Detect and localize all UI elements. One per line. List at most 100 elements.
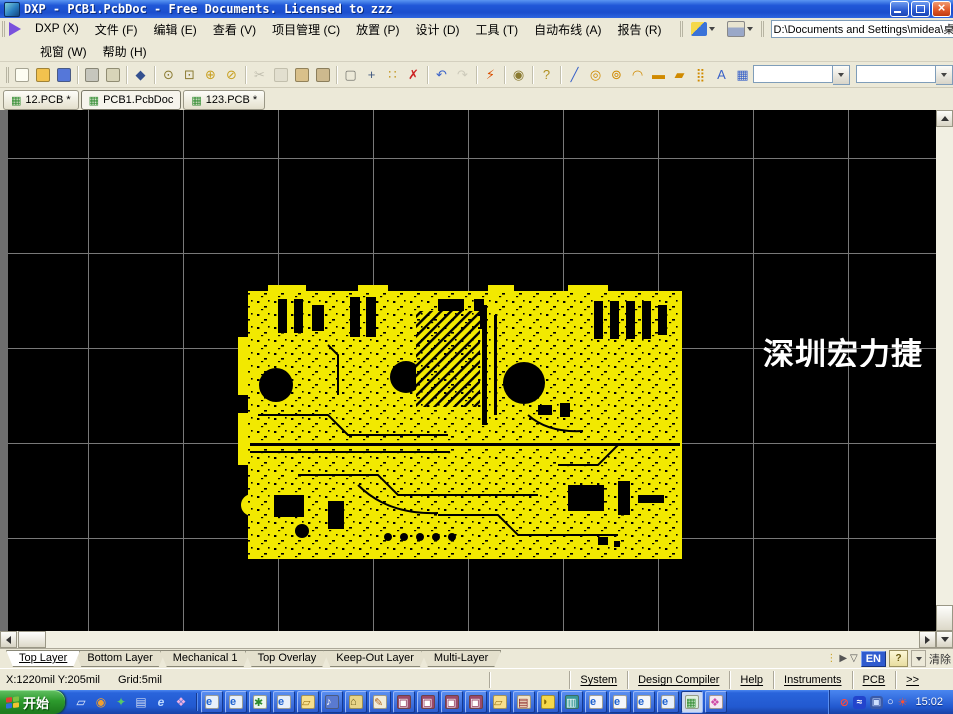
tray-mute[interactable]: ⊘ xyxy=(840,696,849,709)
layer-tab-bottom-layer[interactable]: Bottom Layer xyxy=(74,650,165,667)
paste-array[interactable] xyxy=(312,65,333,85)
menu-view[interactable]: 查看 (V) xyxy=(205,18,264,41)
component-combo-dropdown[interactable] xyxy=(833,65,850,85)
clear-filter[interactable]: ✗ xyxy=(403,65,424,85)
panel-system[interactable]: System xyxy=(569,671,627,689)
menu-file[interactable]: 文件 (F) xyxy=(87,18,146,41)
place-component[interactable]: ▦ xyxy=(732,65,753,85)
close-button[interactable] xyxy=(932,1,951,17)
tray-bulb[interactable]: ○ xyxy=(887,696,894,708)
language-indicator[interactable]: EN xyxy=(861,651,886,667)
help[interactable]: ? xyxy=(536,65,557,85)
panel-more[interactable]: >> xyxy=(895,671,929,689)
doc-tab-12-pcb[interactable]: ▦12.PCB * xyxy=(3,90,79,110)
fit-document[interactable]: ⊙ xyxy=(158,65,179,85)
scroll-right-button[interactable] xyxy=(919,631,936,648)
layer-tab-keep-out-layer[interactable]: Keep-Out Layer xyxy=(323,650,427,667)
horizontal-scrollbar[interactable] xyxy=(0,631,936,648)
place-fill[interactable]: ▬ xyxy=(648,65,669,85)
menu-autoroute[interactable]: 自动布线 (A) xyxy=(526,18,609,41)
ql-messenger[interactable]: ✦ xyxy=(112,693,130,711)
layer-tab-top-layer[interactable]: Top Layer xyxy=(6,650,80,667)
taskbar-item-ie-doc-2[interactable]: e xyxy=(609,691,631,713)
doc-tab-123-pcb[interactable]: ▦123.PCB * xyxy=(183,90,265,110)
taskbar-item-app-2[interactable]: ▣ xyxy=(417,691,439,713)
place-arc[interactable]: ◠ xyxy=(627,65,648,85)
menu-tools[interactable]: 工具 (T) xyxy=(468,18,527,41)
taskbar-item-hardhat[interactable]: ◗ xyxy=(537,691,559,713)
taskbar-item-paint[interactable]: ✎ xyxy=(369,691,391,713)
ime-clear-label[interactable]: 清除 xyxy=(929,651,951,667)
mask-level[interactable]: ▶ xyxy=(839,653,847,664)
interactive-routing[interactable]: ⚡ xyxy=(480,65,501,85)
select-area[interactable]: ▢ xyxy=(340,65,361,85)
doc-tab-pcb1-pcbdoc[interactable]: ▦PCB1.PcbDoc xyxy=(81,90,182,110)
measure-tool-dropdown[interactable] xyxy=(687,20,719,38)
print-preview[interactable] xyxy=(102,65,123,85)
layer-tab-mechanical-1[interactable]: Mechanical 1 xyxy=(160,650,251,667)
taskbar-item-pcb-active[interactable]: ▦ xyxy=(681,691,703,713)
cut[interactable]: ✂ xyxy=(249,65,270,85)
zoom-area[interactable]: ⊡ xyxy=(179,65,200,85)
ime-help-button[interactable]: ? xyxy=(889,650,908,667)
taskbar-item-folder-2[interactable]: ▱ xyxy=(489,691,511,713)
taskbar-item-notebook[interactable]: ▥ xyxy=(561,691,583,713)
net-combo[interactable] xyxy=(856,65,953,85)
menu-edit[interactable]: 编辑 (E) xyxy=(145,18,204,41)
menu-design[interactable]: 设计 (D) xyxy=(408,18,468,41)
menu-help[interactable]: 帮助 (H) xyxy=(95,40,155,63)
find-similar[interactable]: ◉ xyxy=(508,65,529,85)
minimize-button[interactable] xyxy=(890,1,909,17)
taskbar-item-books[interactable]: ▤ xyxy=(513,691,535,713)
taskbar-item-app-4[interactable]: ▣ xyxy=(465,691,487,713)
zoom-selected[interactable]: ⊕ xyxy=(200,65,221,85)
taskbar-item-ie-doc-1[interactable]: e xyxy=(585,691,607,713)
ql-internet-explorer[interactable]: e xyxy=(152,693,170,711)
panel-design-compiler[interactable]: Design Compiler xyxy=(627,671,729,689)
menu-project[interactable]: 项目管理 (C) xyxy=(264,18,348,41)
paste[interactable] xyxy=(291,65,312,85)
taskbar-item-ie-doc-3[interactable]: e xyxy=(633,691,655,713)
place-polygon[interactable]: ▰ xyxy=(669,65,690,85)
restore-button[interactable] xyxy=(911,1,930,17)
print[interactable] xyxy=(81,65,102,85)
taskbar-item-app-1[interactable]: ▣ xyxy=(393,691,415,713)
taskbar-item-confetti[interactable]: ❖ xyxy=(705,691,727,713)
snap-toggle[interactable]: ⋮ xyxy=(826,653,836,664)
taskbar-item-notes[interactable]: ♪ xyxy=(321,691,343,713)
menu-place[interactable]: 放置 (P) xyxy=(348,18,407,41)
taskbar-item-recycle[interactable]: ✱ xyxy=(249,691,271,713)
vertical-scroll-thumb[interactable] xyxy=(936,605,953,631)
menu-reports[interactable]: 报告 (R) xyxy=(610,18,670,41)
filter-toggle[interactable]: ▽ xyxy=(850,653,858,664)
taskbar-clock[interactable]: 15:02 xyxy=(915,696,943,708)
layer-tab-top-overlay[interactable]: Top Overlay xyxy=(245,650,330,667)
panel-instruments[interactable]: Instruments xyxy=(773,671,851,689)
ql-windows-media[interactable]: ❖ xyxy=(172,693,190,711)
tray-volume[interactable]: ≈ xyxy=(853,696,866,709)
horizontal-scroll-thumb[interactable] xyxy=(18,631,46,648)
menu-dxp[interactable]: DXP (X) xyxy=(27,18,87,41)
undo[interactable]: ↶ xyxy=(431,65,452,85)
browse-layers[interactable]: ◆ xyxy=(130,65,151,85)
pcb-canvas[interactable]: 深圳宏力捷 xyxy=(8,110,936,631)
taskbar-item-folder-up[interactable]: ⌂ xyxy=(345,691,367,713)
tray-alarm[interactable]: ☀ xyxy=(898,696,908,709)
place-pad[interactable]: ◎ xyxy=(585,65,606,85)
ql-show-desktop[interactable]: ▱ xyxy=(72,693,90,711)
path-combo-input[interactable] xyxy=(771,20,953,38)
zoom-clear[interactable]: ⊘ xyxy=(221,65,242,85)
component-combo[interactable] xyxy=(753,65,850,85)
menu-window[interactable]: 视窗 (W) xyxy=(32,40,95,63)
deselect-all[interactable]: ∷ xyxy=(382,65,403,85)
place-line[interactable]: ╱ xyxy=(564,65,585,85)
ql-keyboard[interactable]: ▤ xyxy=(132,693,150,711)
scroll-up-button[interactable] xyxy=(936,110,953,127)
panel-help[interactable]: Help xyxy=(729,671,773,689)
place-array[interactable]: ⣿ xyxy=(690,65,711,85)
tray-network[interactable]: ▣ xyxy=(870,696,883,709)
taskbar-item-ie-3[interactable]: e xyxy=(273,691,295,713)
panel-pcb[interactable]: PCB xyxy=(852,671,896,689)
ql-media-player[interactable]: ◉ xyxy=(92,693,110,711)
ime-options-button[interactable] xyxy=(911,650,926,667)
